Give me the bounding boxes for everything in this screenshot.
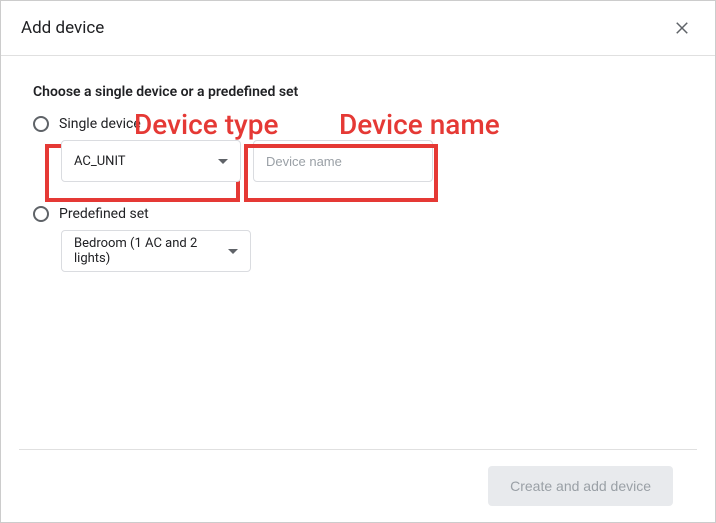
radio-single-device[interactable] [33,116,49,132]
device-type-select[interactable]: AC_UNIT [61,140,241,182]
predefined-set-value: Bedroom (1 AC and 2 lights) [74,236,228,266]
dialog-footer: Create and add device [19,449,697,522]
section-heading: Choose a single device or a predefined s… [33,84,683,100]
create-and-add-button[interactable]: Create and add device [488,466,673,506]
chevron-down-icon [228,249,238,254]
predefined-set-controls: Bedroom (1 AC and 2 lights) [61,230,683,272]
radio-predefined-set[interactable] [33,206,49,222]
dialog-title: Add device [21,18,104,38]
dialog-body: Choose a single device or a predefined s… [1,56,715,449]
chevron-down-icon [218,159,228,164]
option-single-label: Single device [59,116,141,132]
option-predefined-label: Predefined set [59,206,149,222]
dialog-header: Add device [1,1,715,56]
option-single-device[interactable]: Single device [33,116,683,132]
option-predefined-set[interactable]: Predefined set [33,206,683,222]
add-device-dialog: Add device Choose a single device or a p… [0,0,716,523]
device-type-value: AC_UNIT [74,154,218,169]
device-name-input[interactable] [253,140,433,182]
close-button[interactable] [669,15,695,41]
close-icon [673,19,691,37]
single-device-controls: AC_UNIT [61,140,683,182]
predefined-set-select[interactable]: Bedroom (1 AC and 2 lights) [61,230,251,272]
